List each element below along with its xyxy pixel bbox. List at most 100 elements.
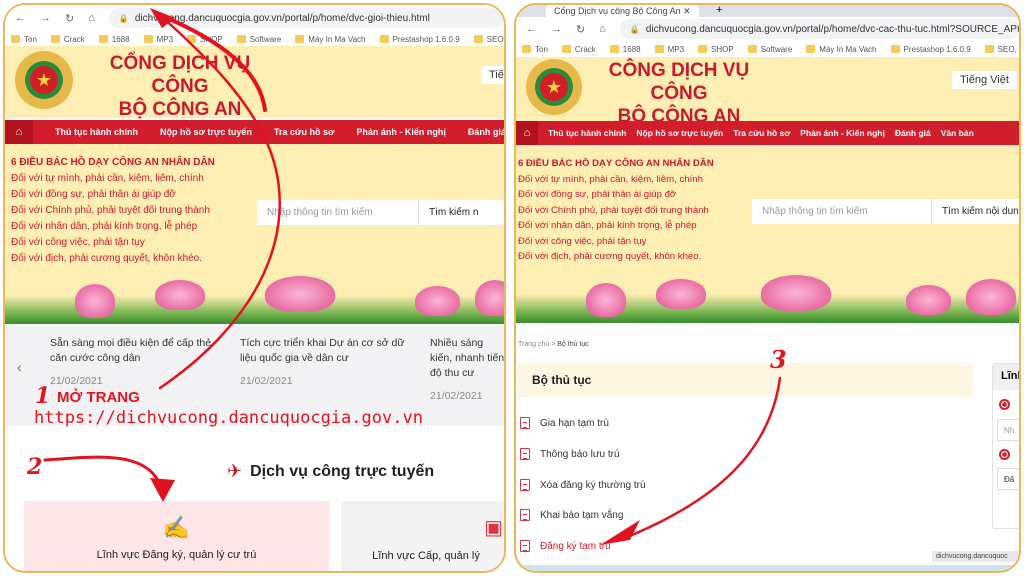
nav-item[interactable]: Phản ánh - Kiến nghị: [356, 127, 446, 137]
nav-item[interactable]: Nộp hồ sơ trực tuyến: [160, 127, 252, 137]
bookmark[interactable]: Crack: [561, 44, 596, 54]
bookmark[interactable]: SEO, Tang Range: [984, 44, 1019, 54]
rule-line: Đối với công việc, phải tận tụy: [11, 237, 145, 248]
bookmark[interactable]: Ton: [522, 45, 548, 54]
document-icon: [520, 479, 530, 491]
document-icon: [520, 509, 530, 521]
home-icon[interactable]: ⌂: [599, 23, 606, 35]
filter-input[interactable]: Nh: [997, 419, 1019, 441]
nav-item[interactable]: Tra cứu hồ sơ: [274, 127, 334, 137]
bookmark[interactable]: Software: [236, 35, 281, 44]
home-icon[interactable]: ⌂: [5, 120, 33, 144]
site-title-line-2: BỘ CÔNG AN: [118, 99, 242, 120]
folder-icon: [747, 45, 757, 53]
bookmark[interactable]: MP3: [654, 45, 684, 54]
bookmark[interactable]: SHOP: [187, 35, 223, 44]
nav-item[interactable]: Phản ánh - Kiến nghị: [800, 128, 885, 138]
radio-button[interactable]: [999, 449, 1010, 460]
news-item[interactable]: Nhiều sáng kiến, nhanh tiến độ thu cư 21…: [430, 336, 504, 404]
home-icon[interactable]: ⌂: [516, 121, 538, 145]
card-label: Lĩnh vực Đăng ký, quản lý cư trú: [96, 549, 257, 561]
folder-icon: [698, 45, 708, 53]
bookmark[interactable]: Máy In Ma Vach: [295, 35, 366, 44]
service-card-id[interactable]: ▣ Lĩnh vực Cấp, quản lý: [341, 501, 504, 571]
browser-tab[interactable]: Cổng Dịch vụ công Bộ Công An ✕: [546, 5, 699, 17]
bookmark[interactable]: Prestashop 1.6.0.9: [890, 45, 971, 54]
nav-item[interactable]: Nộp hồ sơ trực tuyến: [636, 128, 723, 138]
news-item[interactable]: Tích cực triển khai Dự án cơ sở dữ liệu …: [240, 336, 405, 389]
site-title[interactable]: CÔNG DỊCH VỤ CÔNG BỘ CÔNG AN: [594, 59, 764, 128]
news-title[interactable]: Sẵn sàng mọi điều kiện để cấp thẻ căn cư…: [50, 336, 220, 366]
browser-toolbar: ← → ↻ ⌂ 🔒 dichvucong.dancuquocgia.gov.vn/…: [5, 5, 504, 31]
bookmark[interactable]: Software: [747, 45, 792, 54]
search-input[interactable]: Nhập thông tin tìm kiếm: [752, 206, 931, 217]
search-button[interactable]: Tìm kiếm nội dung: [931, 199, 1019, 224]
bookmark-label: Ton: [535, 44, 548, 54]
news-date: 21/02/2021: [430, 390, 483, 402]
right-screenshot: Cổng Dịch vụ công Bộ Công An ✕ + ← → ↻ ⌂…: [514, 3, 1021, 573]
procedure-item[interactable]: Thông báo lưu trú: [520, 448, 620, 460]
breadcrumb-home[interactable]: Trang chủ: [518, 341, 549, 348]
bookmark-label: SHOP: [200, 34, 223, 44]
procedure-item-dang-ky-tam-tru[interactable]: Đăng ký tạm trú: [520, 540, 611, 552]
bookmark[interactable]: Máy In Ma Vach: [806, 45, 877, 54]
address-bar[interactable]: 🔒 dichvucong.dancuquocgia.gov.vn/portal/p…: [619, 19, 1019, 39]
home-icon[interactable]: ⌂: [88, 12, 95, 24]
bookmark[interactable]: SHOP: [698, 45, 734, 54]
nav-item[interactable]: Tra cứu hồ sơ: [733, 128, 790, 138]
site-title[interactable]: CỔNG DỊCH VỤ CÔNG BỘ CÔNG AN: [90, 52, 270, 121]
browser-toolbar: ← → ↻ ⌂ 🔒 dichvucong.dancuquocgia.gov.vn/…: [516, 17, 1019, 41]
folder-icon: [806, 45, 816, 53]
filter-select[interactable]: Đă: [997, 468, 1019, 490]
bookmark-label: Crack: [574, 44, 596, 54]
folder-icon: [561, 45, 571, 53]
reload-icon[interactable]: ↻: [65, 12, 74, 25]
bookmark[interactable]: 1688: [609, 45, 641, 54]
main-nav: ⌂ Thủ tục hành chính Nộp hồ sơ trực tuyế…: [5, 120, 504, 144]
news-date: 21/02/2021: [240, 375, 293, 387]
lotus-banner-image: [516, 275, 1019, 323]
back-icon[interactable]: ←: [15, 12, 26, 24]
procedure-label: Đăng ký tạm trú: [540, 540, 611, 552]
procedure-item[interactable]: Xóa đăng ký thường trú: [520, 479, 646, 491]
bookmark-label: SEO, Tang Range: [997, 44, 1019, 54]
procedure-item[interactable]: Gia hạn tạm trú: [520, 417, 609, 429]
search-input[interactable]: Nhập thông tin tìm kiếm: [257, 207, 418, 218]
bookmark[interactable]: Prestashop 1.6.0.9: [379, 35, 460, 44]
news-title[interactable]: Tích cực triển khai Dự án cơ sở dữ liệu …: [240, 336, 405, 366]
language-select[interactable]: Tiếng Việt: [952, 71, 1017, 89]
edit-document-icon: ✍: [162, 515, 191, 540]
bookmark[interactable]: MP3: [143, 35, 173, 44]
bookmark[interactable]: 1688: [98, 35, 130, 44]
forward-icon[interactable]: →: [40, 12, 51, 24]
news-item[interactable]: Sẵn sàng mọi điều kiện để cấp thẻ căn cư…: [50, 336, 220, 389]
nav-item[interactable]: Thủ tục hành chính: [55, 127, 138, 137]
new-tab-icon[interactable]: +: [716, 5, 722, 16]
carousel-prev-icon[interactable]: ‹: [17, 360, 22, 375]
reload-icon[interactable]: ↻: [576, 23, 585, 36]
forward-icon[interactable]: →: [551, 23, 562, 35]
procedure-item[interactable]: Khai báo tạm vắng: [520, 509, 623, 521]
rule-line: Đối với địch, phải cương quyết, khôn khé…: [11, 253, 203, 264]
search-button[interactable]: Tìm kiếm n: [418, 200, 504, 225]
address-bar[interactable]: 🔒 dichvucong.dancuquocgia.gov.vn/portal/p…: [108, 8, 504, 28]
bookmark[interactable]: SEO, Tang Range: [473, 34, 506, 44]
nav-item[interactable]: Văn bản: [941, 128, 974, 138]
bookmark[interactable]: Ton: [11, 35, 37, 44]
back-icon[interactable]: ←: [526, 23, 537, 35]
nav-item[interactable]: Đánh giá: [468, 127, 504, 137]
bookmark-label: SEO, Tang Range: [486, 34, 506, 44]
service-card-residence[interactable]: ✍ Lĩnh vực Đăng ký, quản lý cư trú: [24, 501, 329, 571]
radio-button[interactable]: [999, 399, 1010, 410]
lock-icon: 🔒: [118, 13, 129, 23]
section-title: Dịch vụ công trực tuyến: [250, 462, 435, 480]
rule-line: Đối với tự mình, phải cần, kiệm, liêm, c…: [518, 173, 703, 185]
bookmark[interactable]: Crack: [50, 35, 85, 44]
rule-line: Đối với công việc, phải tận tụy: [518, 235, 647, 247]
news-title[interactable]: Nhiều sáng kiến, nhanh tiến độ thu cư: [430, 336, 504, 381]
nav-item[interactable]: Đánh giá: [895, 128, 931, 138]
language-select[interactable]: Tiếng: [481, 66, 504, 84]
nav-item[interactable]: Thủ tục hành chính: [548, 128, 626, 138]
site-header: ★ CÔNG DỊCH VỤ CÔNG BỘ CÔNG AN Tiếng Việ…: [516, 57, 1019, 127]
drum-logo-icon: ✈: [227, 461, 243, 481]
